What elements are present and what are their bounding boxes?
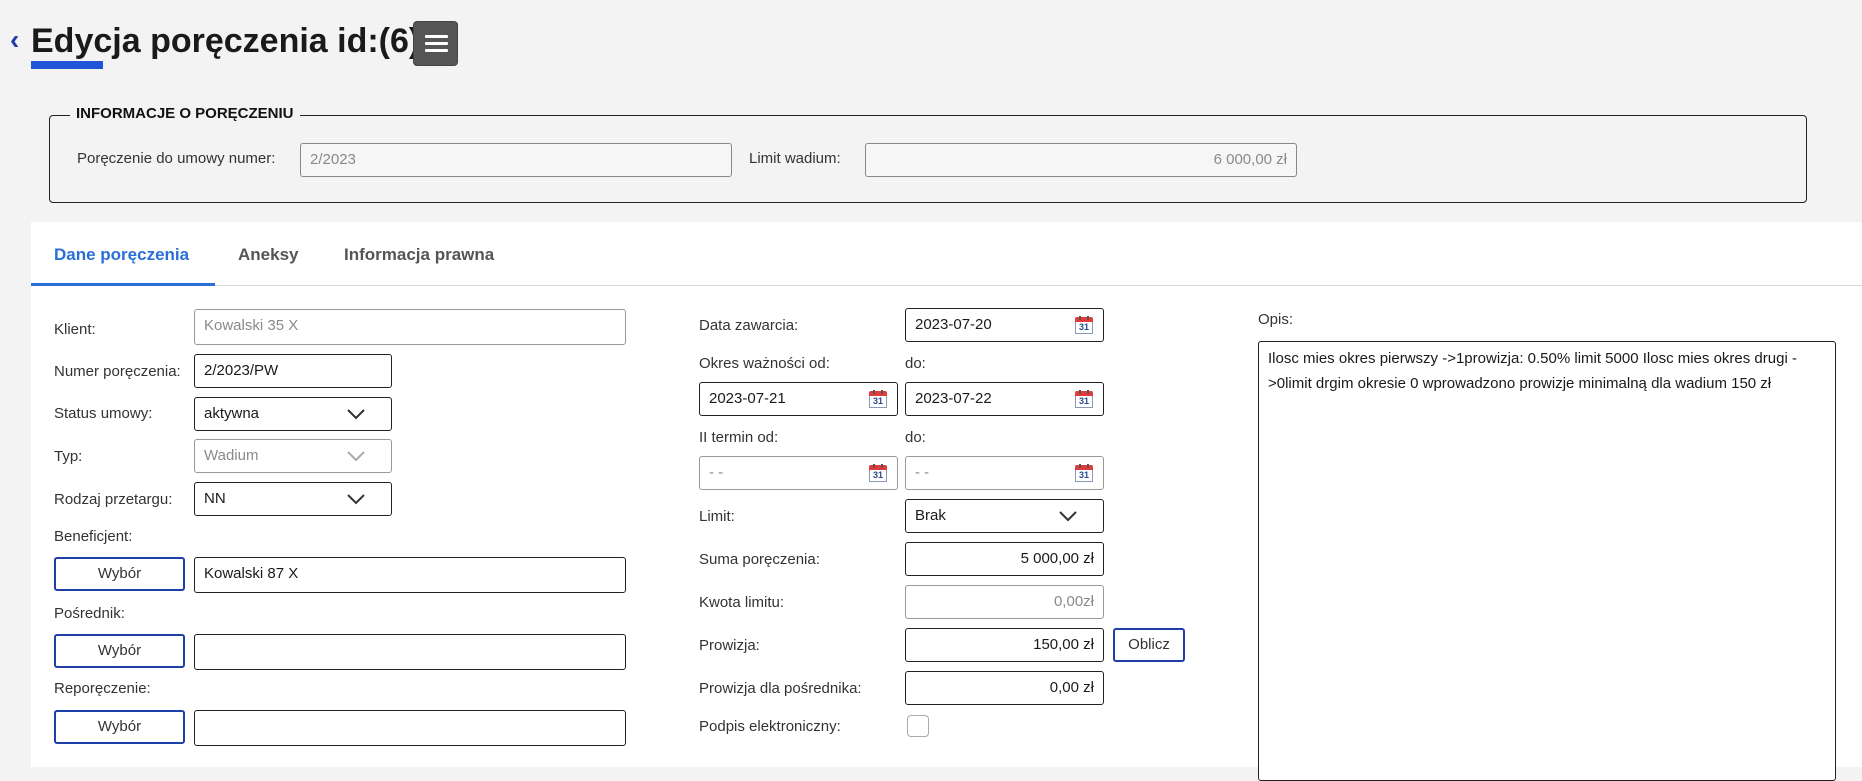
validity-from-value: 2023-07-21 [709,390,786,407]
commission-field[interactable]: 150,00 zł [905,628,1104,662]
calendar-icon[interactable]: 31 [1075,464,1093,483]
second-term-from-value: - - [709,464,724,481]
beneficiary-field[interactable]: Kowalski 87 X [194,557,626,593]
validity-to-field[interactable]: 2023-07-22 31 [905,382,1104,416]
reguarantee-label: Reporęczenie: [54,680,151,697]
limit-select[interactable]: Brak [905,499,1104,533]
calendar-icon[interactable]: 31 [1075,390,1093,409]
hamburger-menu-icon[interactable] [413,21,458,66]
guarantee-number-label: Numer poręczenia: [54,363,181,380]
tab-guarantee-data[interactable]: Dane poręczenia [54,243,189,267]
reguarantee-choose-button[interactable]: Wybór [54,710,185,744]
validity-to-label: do: [905,355,926,372]
status-label: Status umowy: [54,405,153,422]
description-textarea[interactable]: Ilosc mies okres pierwszy ->1prowizja: 0… [1258,341,1836,781]
intermediary-field[interactable] [194,634,626,670]
tab-legal-info[interactable]: Informacja prawna [344,243,494,267]
type-value: Wadium [204,447,259,464]
chevron-down-icon [347,451,365,462]
tender-type-select[interactable]: NN [194,482,392,516]
bid-limit-label: Limit wadium: [749,150,841,167]
chevron-down-icon [347,409,365,420]
calendar-icon[interactable]: 31 [1075,316,1093,335]
conclusion-date-label: Data zawarcia: [699,317,799,334]
validity-from-label: Okres ważności od: [699,355,830,372]
intermediary-commission-label: Prowizja dla pośrednika: [699,680,862,697]
second-term-to-value: - - [915,464,930,481]
active-tab-indicator [31,283,215,286]
tender-type-label: Rodzaj przetargu: [54,491,173,508]
conclusion-date-value: 2023-07-20 [915,316,992,333]
page-title: Edycja poręczenia id:(6) [31,22,421,60]
beneficiary-label: Beneficjent: [54,528,133,545]
second-term-to-label: do: [905,429,926,446]
calendar-icon[interactable]: 31 [869,464,887,483]
beneficiary-choose-button[interactable]: Wybór [54,557,185,591]
contract-number-field: 2/2023 [300,143,732,177]
status-select[interactable]: aktywna [194,397,392,431]
intermediary-commission-field[interactable]: 0,00 zł [905,671,1104,705]
guarantee-sum-field[interactable]: 5 000,00 zł [905,542,1104,576]
chevron-down-icon [347,494,365,505]
description-label: Opis: [1258,311,1294,328]
second-term-from-field[interactable]: - - 31 [699,456,898,490]
commission-label: Prowizja: [699,637,760,654]
tender-type-value: NN [204,490,226,507]
chevron-down-icon [1059,511,1077,522]
second-term-from-label: II termin od: [699,429,779,446]
intermediary-choose-button[interactable]: Wybór [54,634,185,668]
client-label: Klient: [54,321,96,338]
e-signature-label: Podpis elektroniczny: [699,718,841,735]
calendar-icon[interactable]: 31 [869,390,887,409]
limit-label: Limit: [699,508,735,525]
e-signature-checkbox[interactable] [907,715,929,737]
validity-from-field[interactable]: 2023-07-21 31 [699,382,898,416]
second-term-to-field[interactable]: - - 31 [905,456,1104,490]
contract-number-label: Poręczenie do umowy numer: [77,150,276,167]
guarantee-sum-label: Suma poręczenia: [699,551,820,568]
intermediary-label: Pośrednik: [54,605,125,622]
title-underline [31,61,103,69]
bid-limit-field: 6 000,00 zł [865,143,1297,177]
limit-amount-label: Kwota limitu: [699,594,785,611]
reguarantee-field[interactable] [194,710,626,746]
tab-annexes[interactable]: Aneksy [238,243,298,267]
info-legend: INFORMACJE O PORĘCZENIU [70,104,300,124]
tabs-divider [31,285,1862,286]
status-value: aktywna [204,405,260,422]
type-select[interactable]: Wadium [194,439,392,473]
back-chevron-icon[interactable]: ‹ [10,26,19,54]
limit-amount-field: 0,00zł [905,585,1104,619]
guarantee-number-field[interactable]: 2/2023/PW [194,354,392,388]
conclusion-date-field[interactable]: 2023-07-20 31 [905,308,1104,342]
validity-to-value: 2023-07-22 [915,390,992,407]
limit-value: Brak [915,507,946,524]
client-field[interactable]: Kowalski 35 X [194,309,626,345]
type-label: Typ: [54,448,83,465]
calculate-button[interactable]: Oblicz [1113,628,1185,662]
